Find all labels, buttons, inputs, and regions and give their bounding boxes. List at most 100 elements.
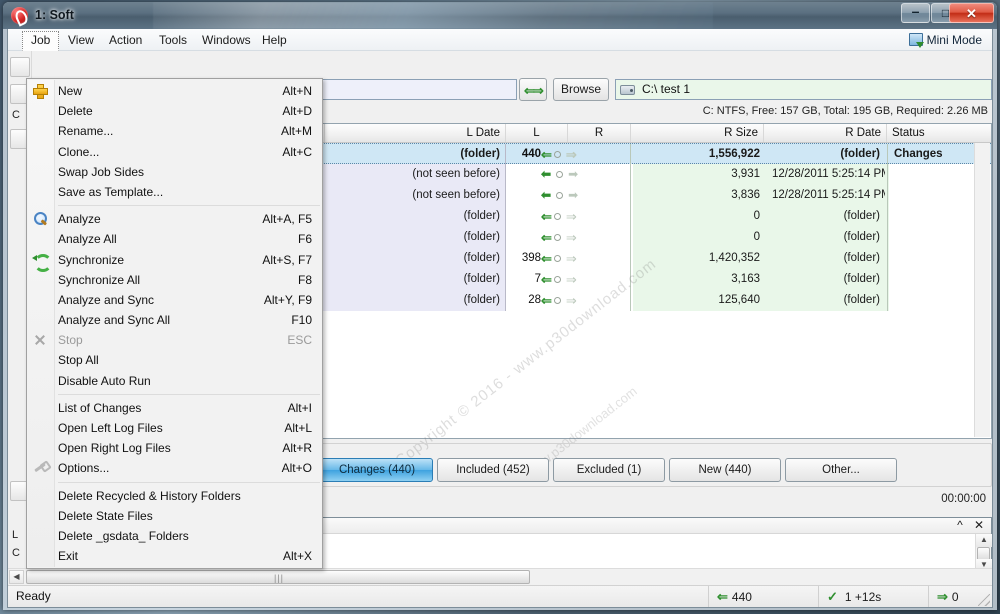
col-status[interactable]: Status (887, 124, 991, 142)
menu-item-open-right-log-files[interactable]: Open Right Log Files Alt+R (27, 438, 322, 458)
tab-included[interactable]: Included (452) (437, 458, 549, 482)
chevron-right-icon[interactable]: ⇒ (566, 248, 577, 269)
menu-view[interactable]: View (60, 31, 102, 49)
minimize-button[interactable]: – (901, 3, 930, 23)
direction-indicator[interactable]: 7⇐ ⇒ (507, 269, 629, 290)
close-button[interactable]: ✕ (949, 3, 994, 23)
column-separator (630, 206, 631, 227)
job-dropdown-menu[interactable]: New Alt+N Delete Alt+D Rename... Alt+M Clone..… (26, 78, 323, 570)
chevron-left-icon[interactable]: ⬅ (541, 164, 551, 185)
log-scroll-up-icon[interactable]: ▲ (976, 534, 992, 547)
table-vertical-scrollbar[interactable] (974, 143, 990, 437)
chevron-left-icon[interactable]: ⇐ (541, 269, 552, 290)
menu-item-analyze[interactable]: Analyze Alt+A, F5 (27, 209, 322, 229)
resize-grip[interactable] (978, 594, 990, 606)
chevron-right-icon[interactable]: ⇒ (566, 206, 577, 227)
main-horizontal-scrollbar[interactable]: ◀ ||| (8, 568, 992, 585)
menu-item-delete-gsdata-folders[interactable]: Delete _gsdata_ Folders (27, 526, 322, 546)
chevron-left-icon[interactable]: ⇐ (541, 206, 552, 227)
menu-help[interactable]: Help (254, 31, 295, 49)
menu-item-stop-all[interactable]: Stop All (27, 350, 322, 370)
collapse-up-icon[interactable]: ^ (953, 519, 967, 533)
cell-right-date: 12/28/2011 5:25:14 PM (772, 168, 885, 180)
strip-label-l: L (12, 529, 19, 541)
menu-job[interactable]: Job (22, 31, 60, 51)
menu-item-clone[interactable]: Clone... Alt+C (27, 142, 322, 162)
no-action-icon[interactable] (553, 276, 561, 284)
menu-item-label: Open Left Log Files (58, 421, 163, 435)
no-action-icon[interactable] (553, 234, 561, 242)
chevron-right-icon[interactable]: ⇒ (566, 269, 577, 290)
strip-button-1[interactable] (10, 57, 30, 77)
chevron-right-icon[interactable]: ⇒ (566, 290, 577, 311)
col-l-date[interactable]: L Date (325, 124, 506, 142)
browse-button[interactable]: Browse (553, 78, 609, 101)
menu-item-exit[interactable]: Exit Alt+X (27, 546, 322, 566)
menu-item-delete[interactable]: Delete Alt+D (27, 101, 322, 121)
chevron-left-icon[interactable]: ⇐ (541, 144, 552, 165)
status-ready-text: Ready (16, 589, 51, 603)
menu-item-open-left-log-files[interactable]: Open Left Log Files Alt+L (27, 418, 322, 438)
menu-item-disable-auto-run[interactable]: Disable Auto Run (27, 371, 322, 391)
swap-sides-button[interactable]: ⇐⇒ (519, 78, 547, 101)
right-path-input[interactable]: C:\ test 1 (615, 79, 992, 100)
menu-action[interactable]: Action (101, 31, 150, 49)
menu-item-synchronize[interactable]: Synchronize Alt+S, F7 (27, 250, 322, 272)
no-action-icon[interactable] (553, 213, 561, 221)
menu-item-list-of-changes[interactable]: List of Changes Alt+I (27, 398, 322, 418)
col-l[interactable]: L (506, 124, 568, 142)
chevron-right-icon[interactable]: ➡ (568, 164, 578, 185)
menu-item-delete-recycled-history-folders[interactable]: Delete Recycled & History Folders (27, 486, 322, 506)
menu-item-swap-job-sides[interactable]: Swap Job Sides (27, 162, 322, 182)
col-r-date[interactable]: R Date (764, 124, 887, 142)
menu-item-delete-state-files[interactable]: Delete State Files (27, 506, 322, 526)
chevron-right-icon[interactable]: ⇒ (566, 227, 577, 248)
direction-indicator[interactable]: ⬅ ➡ (507, 185, 629, 206)
close-icon[interactable]: ✕ (972, 519, 986, 533)
menu-item-rename[interactable]: Rename... Alt+M (27, 121, 322, 141)
hscroll-left-icon[interactable]: ◀ (9, 570, 24, 584)
chevron-left-icon[interactable]: ⬅ (541, 185, 551, 206)
cell-right-size: 1,556,922 (708, 148, 760, 160)
no-action-icon[interactable] (553, 297, 561, 305)
tab-changes[interactable]: Changes (440) (321, 458, 433, 482)
direction-indicator[interactable]: ⬅ ➡ (507, 164, 629, 185)
menu-item-analyze-and-sync-all[interactable]: Analyze and Sync All F10 (27, 310, 322, 330)
hscroll-thumb[interactable]: ||| (26, 570, 530, 584)
no-action-icon[interactable] (553, 255, 561, 263)
direction-indicator[interactable]: ⇐ ⇒ (507, 227, 629, 248)
chevron-left-icon[interactable]: ⇐ (541, 248, 552, 269)
menu-item-analyze-all[interactable]: Analyze All F6 (27, 229, 322, 249)
menu-item-synchronize-all[interactable]: Synchronize All F8 (27, 270, 322, 290)
menu-windows[interactable]: Windows (194, 31, 259, 49)
col-r-size[interactable]: R Size (631, 124, 764, 142)
chevron-left-icon[interactable]: ⇐ (541, 290, 552, 311)
menu-item-options[interactable]: Options... Alt+O (27, 458, 322, 478)
menu-item-label: Open Right Log Files (58, 441, 171, 456)
menu-item-new[interactable]: New Alt+N (27, 81, 322, 101)
col-r[interactable]: R (568, 124, 631, 142)
no-action-icon[interactable] (556, 192, 564, 200)
chevron-right-icon[interactable]: ➡ (568, 185, 578, 206)
chevron-right-icon[interactable]: ⇒ (566, 144, 577, 165)
tab-excluded[interactable]: Excluded (1) (553, 458, 665, 482)
no-action-icon[interactable] (553, 151, 561, 159)
menu-item-shortcut: F6 (297, 232, 312, 247)
direction-indicator[interactable]: 398⇐ ⇒ (507, 248, 629, 269)
menu-tools[interactable]: Tools (151, 31, 195, 49)
cell-right-date: (folder) (843, 252, 880, 264)
tab-other[interactable]: Other... (785, 458, 897, 482)
status-bar: Ready ⇐ 440 ✓ 1 +12s ⇒ 0 (8, 585, 992, 607)
title-bar[interactable]: 1: Soft – □ ✕ (3, 2, 997, 29)
column-separator (505, 248, 506, 269)
log-vertical-scrollbar[interactable]: ▲ ▼ (975, 534, 992, 572)
mini-mode-button[interactable]: Mini Mode (907, 31, 986, 49)
direction-indicator[interactable]: ⇐ ⇒ (507, 206, 629, 227)
direction-indicator[interactable]: 440⇐ ⇒ (507, 144, 629, 165)
tab-new[interactable]: New (440) (669, 458, 781, 482)
menu-item-save-as-template[interactable]: Save as Template... (27, 182, 322, 202)
menu-item-analyze-and-sync[interactable]: Analyze and Sync Alt+Y, F9 (27, 290, 322, 310)
chevron-left-icon[interactable]: ⇐ (541, 227, 552, 248)
direction-indicator[interactable]: 28⇐ ⇒ (507, 290, 629, 311)
no-action-icon[interactable] (556, 171, 564, 179)
